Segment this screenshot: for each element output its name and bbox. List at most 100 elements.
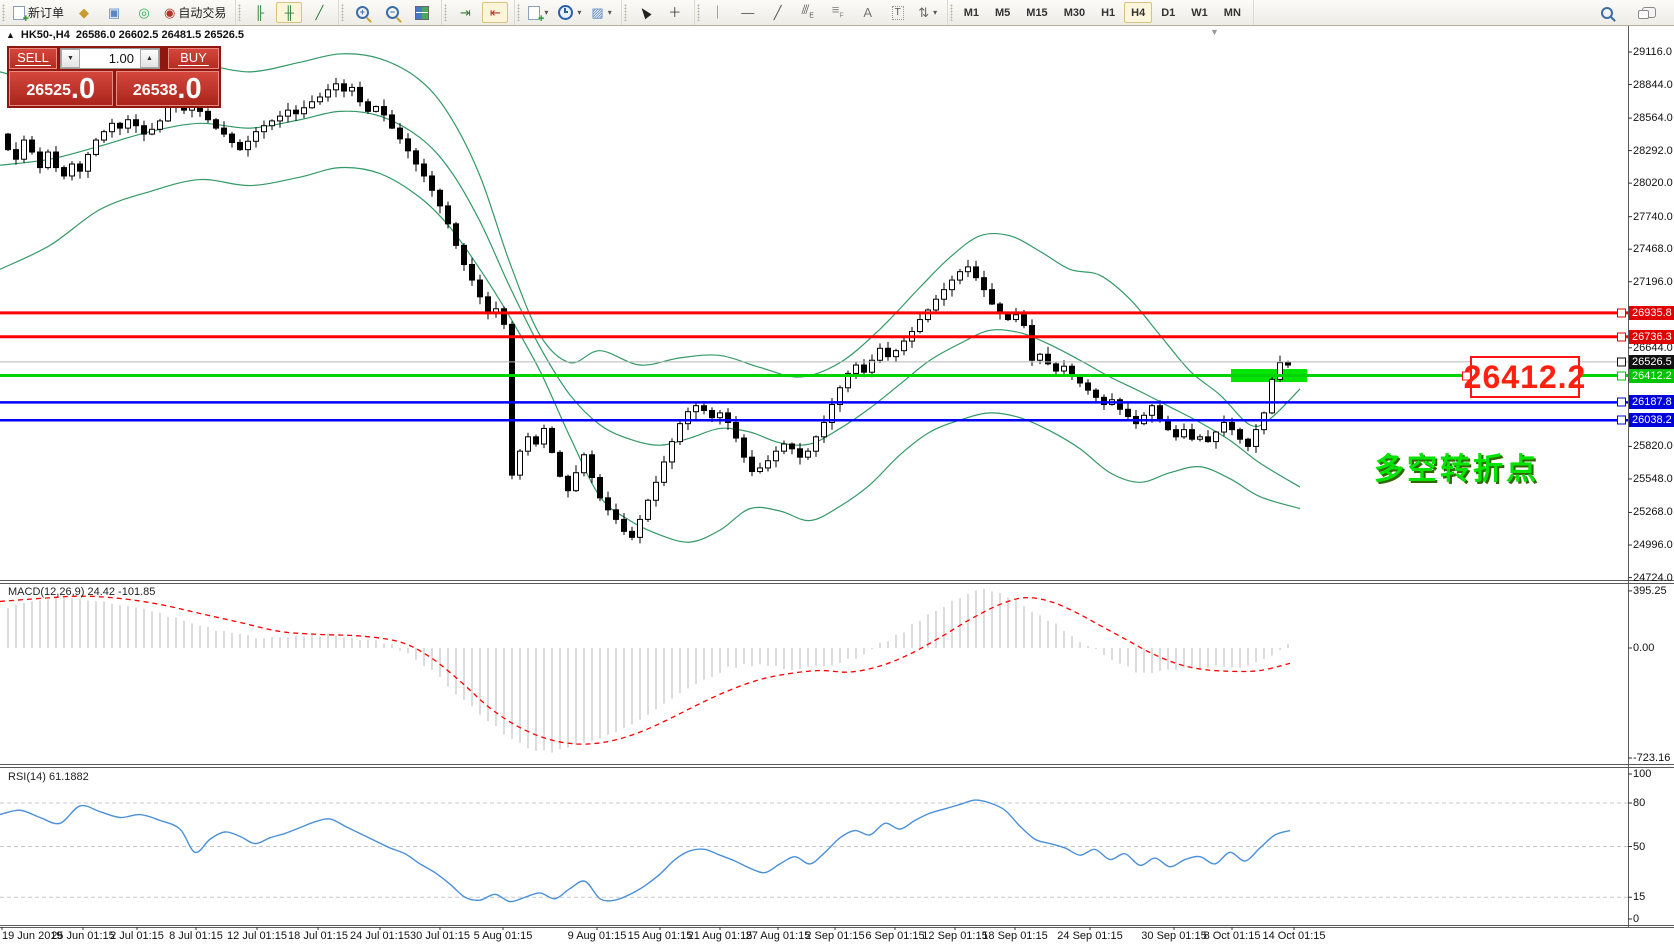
tf-m30[interactable]: M30 — [1057, 2, 1092, 23]
tf-mn[interactable]: MN — [1217, 2, 1248, 23]
price-axis-tick: 27468.0 — [1633, 243, 1673, 256]
autotrading-button[interactable]: ◉ 自动交易 — [161, 2, 229, 23]
hline-handle[interactable] — [1617, 371, 1626, 381]
zoom-in-button[interactable]: + — [349, 2, 375, 23]
sell-price-main: 26525 — [26, 82, 71, 99]
crosshair-button[interactable]: ＋ — [662, 2, 688, 23]
macd-label: MACD(12,26,9) 24.42 -101.85 — [8, 586, 156, 598]
macd-axis-label: 0.00 — [1633, 642, 1655, 654]
vertical-line-button[interactable]: ｜ — [705, 2, 731, 23]
tf-d1[interactable]: D1 — [1154, 2, 1182, 23]
time-axis-label: 8 Oct 01:15 — [1203, 930, 1261, 942]
buy-button[interactable]: BUY — [168, 48, 219, 69]
bar-chart-button[interactable]: ╟ — [246, 2, 272, 23]
time-axis-label: 27 Aug 01:15 — [745, 930, 811, 942]
line-chart-button[interactable]: ╱ — [306, 2, 332, 23]
tf-w1[interactable]: W1 — [1184, 2, 1215, 23]
candles — [5, 77, 1291, 544]
cursor-button[interactable] — [632, 2, 658, 23]
candlestick-chart-button[interactable]: ╫ — [276, 2, 303, 23]
rsi-axis-label: 0 — [1633, 913, 1640, 925]
arrows-button[interactable]: ⇅ ▾ — [915, 2, 941, 23]
toolbar-group: ＋ — [622, 0, 695, 25]
market-button[interactable]: ◆ — [71, 2, 97, 23]
chat-button[interactable] — [1636, 2, 1662, 23]
time-axis-label: 18 Sep 01:15 — [982, 930, 1048, 942]
hline-handle[interactable] — [1617, 397, 1626, 407]
horizontal-line-button[interactable]: ― — [735, 2, 761, 23]
tf-m5[interactable]: M5 — [988, 2, 1017, 23]
tf-h4[interactable]: H4 — [1124, 2, 1153, 23]
search-button[interactable] — [1594, 2, 1620, 23]
text-button[interactable]: A — [855, 2, 881, 23]
trendline-button[interactable]: ╱ — [765, 2, 791, 23]
tile-windows-icon — [415, 5, 430, 20]
line-chart-button-icon: ╱ — [315, 5, 324, 20]
trendline-button-icon: ╱ — [773, 5, 782, 20]
horizontal-line-button-icon: ― — [741, 5, 755, 20]
chart-shift-button[interactable]: ⇤ — [482, 2, 509, 23]
hline-handle[interactable] — [1617, 357, 1626, 367]
time-axis-label: 6 Sep 01:15 — [865, 930, 925, 942]
time-axis-label: 2 Jul 01:15 — [110, 930, 164, 942]
signals-button[interactable]: ◎ — [131, 2, 157, 23]
mt4-window: + 新订单 ◆ ▣ ◎ ◉ 自动交易 ╟ ╫ ╱ + − ⇥ ⇤ + ▾ ▾ ▨ ▾ ＋｜ ― ╱ ⫻E ≡F A T ⇅ ▾ M1 M5… — [0, 0, 1674, 946]
price-axis-tick: 28292.0 — [1633, 144, 1673, 157]
hline-handle[interactable] — [1617, 415, 1626, 425]
axis-tick-marks — [1, 51, 1632, 930]
price-axis-tick: 25820.0 — [1633, 440, 1673, 453]
charts-window-button[interactable]: ▣ — [101, 2, 127, 23]
new-order-button-label: 新订单 — [28, 6, 65, 20]
time-axis-label: 2 Sep 01:15 — [805, 930, 865, 942]
rsi-level-lines — [0, 802, 1628, 898]
macd-axis-label: -723.16 — [1633, 752, 1671, 764]
tf-h1[interactable]: H1 — [1094, 2, 1122, 23]
periods-button[interactable]: ▾ — [555, 2, 584, 23]
templates-button[interactable]: ▨ ▾ — [588, 2, 614, 23]
text-label-button[interactable]: T — [885, 2, 911, 23]
auto-scroll-button[interactable]: ⇥ — [452, 2, 478, 23]
time-axis-label: 5 Aug 01:15 — [473, 930, 533, 942]
channel-button[interactable]: ⫻E — [795, 2, 821, 23]
price-tag: 26412.2 — [1629, 368, 1674, 383]
volume-increase-button[interactable]: ▲ — [140, 49, 159, 68]
hline-handle[interactable] — [1617, 308, 1626, 318]
horizontal-lines — [0, 311, 1628, 422]
sell-button[interactable]: SELL — [9, 48, 57, 69]
time-axis-label: 14 Oct 01:15 — [1262, 930, 1326, 942]
hline-handle[interactable] — [1617, 332, 1626, 342]
fibonacci-button[interactable]: ≡F — [825, 2, 851, 23]
crosshair-button-icon: ＋ — [668, 5, 682, 20]
price-annotation-label[interactable]: 26412.2 — [1464, 356, 1585, 398]
toolbar-group: ⇥ ⇤ — [442, 0, 516, 25]
price-axis-tick: 25268.0 — [1633, 506, 1673, 519]
autotrading-button-label: 自动交易 — [178, 6, 227, 20]
tf-m1[interactable]: M1 — [957, 2, 986, 23]
indicators-button[interactable]: + ▾ — [525, 2, 551, 25]
price-axis-tick: 28844.0 — [1633, 78, 1673, 91]
buy-price-button[interactable]: 26538.0 — [115, 71, 219, 106]
chevron-down-icon: ▾ — [607, 8, 612, 17]
fibonacci-button-icon: ≡F — [831, 1, 844, 20]
macd-pane — [0, 588, 1291, 753]
new-order-button[interactable]: + 新订单 — [10, 2, 67, 25]
rsi-label: RSI(14) 61.1882 — [8, 771, 89, 783]
candlestick-chart-button-icon: ╫ — [284, 5, 294, 20]
zoom-out-button-icon: − — [385, 6, 399, 19]
macd-axis-label: 395.25 — [1633, 584, 1667, 597]
bollinger-bands — [0, 53, 1301, 543]
ohlc-values: 26586.0 26602.5 26481.5 26526.5 — [75, 29, 245, 41]
zoom-out-button[interactable]: − — [379, 2, 405, 23]
price-axis-tick: 24996.0 — [1633, 538, 1673, 551]
tile-windows-button[interactable] — [409, 2, 435, 23]
tf-m15[interactable]: M15 — [1019, 2, 1054, 23]
sell-price-button[interactable]: 26525.0 — [9, 71, 113, 106]
price-tag: 26526.5 — [1629, 354, 1674, 369]
channel-button-icon: ⫻E — [801, 1, 814, 20]
volume-input[interactable]: 1.00 — [80, 49, 140, 68]
time-axis-label: 18 Jul 01:15 — [288, 930, 348, 942]
volume-decrease-button[interactable]: ▼ — [61, 49, 80, 68]
sell-price-frac: .0 — [70, 73, 96, 105]
time-axis-label: 21 Aug 01:15 — [687, 930, 753, 942]
trade-panel-toggle-icon[interactable]: ▲ — [6, 30, 15, 40]
